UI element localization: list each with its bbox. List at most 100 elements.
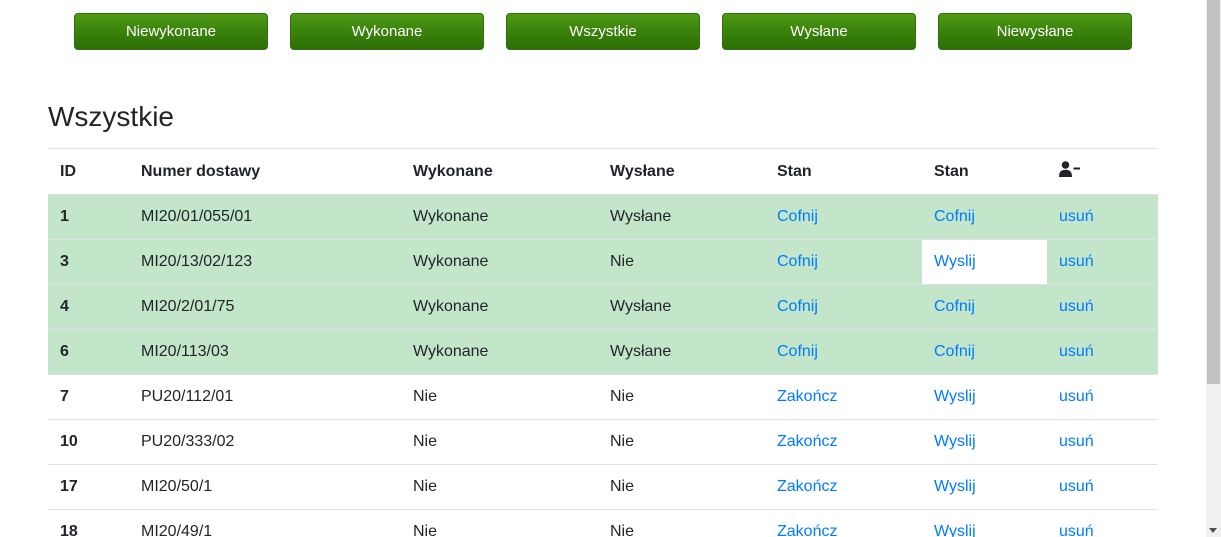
row-state-1-cell: Cofnij [765,329,922,375]
row-done-cell: Wykonane [401,329,598,375]
row-number-cell: MI20/113/03 [129,329,401,375]
row-state-2-cell: Cofnij [922,284,1047,330]
table-body: 1 MI20/01/055/01 Wykonane Wysłane Cofnij Cofn… [48,194,1158,537]
header-number: Numer dostawy [129,148,401,195]
row-state-1-link[interactable]: Cofnij [777,343,818,360]
header-done: Wykonane [401,148,598,195]
row-delete-cell: usuń [1047,239,1158,285]
table-row: 3 MI20/13/02/123 Wykonane Nie Cofnij Wyslij us… [48,239,1158,285]
row-state-1-link[interactable]: Zakończ [777,433,837,450]
row-sent-cell: Nie [598,374,765,420]
row-delete-link[interactable]: usuń [1059,388,1094,405]
row-state-2-link[interactable]: Wyslij [934,523,976,537]
row-state-1-cell: Cofnij [765,284,922,330]
header-state-1: Stan [765,148,922,195]
filter-bar: Niewykonane Wykonane Wszystkie Wysłane N… [74,13,1132,50]
row-state-1-cell: Zakończ [765,419,922,465]
orders-table: ID Numer dostawy Wykonane Wysłane Stan S… [48,148,1158,537]
row-id-cell: 18 [48,509,129,537]
row-state-2-cell: Wyslij [922,419,1047,465]
vertical-scrollbar[interactable] [1206,0,1221,537]
header-action [1047,148,1158,195]
row-delete-cell: usuń [1047,194,1158,240]
scrollbar-thumb[interactable] [1207,0,1220,384]
row-state-1-cell: Zakończ [765,509,922,537]
table-row: 10 PU20/333/02 Nie Nie Zakończ Wyslij usuń [48,419,1158,465]
header-sent: Wysłane [598,148,765,195]
row-delete-link[interactable]: usuń [1059,298,1094,315]
filter-niewykonane-button[interactable]: Niewykonane [74,13,268,50]
row-sent-cell: Nie [598,419,765,465]
row-delete-link[interactable]: usuń [1059,208,1094,225]
row-state-2-link[interactable]: Wyslij [934,478,976,495]
row-done-cell: Wykonane [401,284,598,330]
filter-niewyslane-button[interactable]: Niewysłane [938,13,1132,50]
row-id-cell: 1 [48,194,129,240]
row-delete-cell: usuń [1047,374,1158,420]
row-state-1-link[interactable]: Zakończ [777,523,837,537]
row-number-cell: MI20/13/02/123 [129,239,401,285]
row-number-cell: MI20/2/01/75 [129,284,401,330]
row-sent-cell: Nie [598,509,765,537]
row-delete-link[interactable]: usuń [1059,523,1094,537]
row-delete-cell: usuń [1047,284,1158,330]
page: Niewykonane Wykonane Wszystkie Wysłane N… [0,0,1221,537]
row-id-cell: 10 [48,419,129,465]
row-delete-cell: usuń [1047,419,1158,465]
row-state-1-cell: Zakończ [765,464,922,510]
row-state-1-link[interactable]: Cofnij [777,298,818,315]
row-state-2-link[interactable]: Cofnij [934,298,975,315]
row-delete-cell: usuń [1047,464,1158,510]
row-state-2-link[interactable]: Wyslij [934,433,976,450]
header-row: ID Numer dostawy Wykonane Wysłane Stan S… [48,148,1158,195]
row-state-2-link[interactable]: Cofnij [934,208,975,225]
row-state-1-cell: Cofnij [765,239,922,285]
row-done-cell: Nie [401,374,598,420]
row-state-1-link[interactable]: Cofnij [777,253,818,270]
row-id-cell: 3 [48,239,129,285]
row-done-cell: Wykonane [401,239,598,285]
row-number-cell: PU20/112/01 [129,374,401,420]
row-state-2-link[interactable]: Wyslij [934,253,976,270]
filter-wykonane-button[interactable]: Wykonane [290,13,484,50]
row-state-2-cell: Wyslij [922,374,1047,420]
table-row: 6 MI20/113/03 Wykonane Wysłane Cofnij Cofnij u… [48,329,1158,375]
filter-wszystkie-button[interactable]: Wszystkie [506,13,700,50]
row-state-1-link[interactable]: Cofnij [777,208,818,225]
row-number-cell: MI20/50/1 [129,464,401,510]
user-minus-icon-svg [1059,161,1080,177]
row-id-cell: 17 [48,464,129,510]
row-state-1-link[interactable]: Zakończ [777,478,837,495]
filter-wyslane-button[interactable]: Wysłane [722,13,916,50]
row-state-1-link[interactable]: Zakończ [777,388,837,405]
row-state-2-link[interactable]: Wyslij [934,388,976,405]
row-delete-link[interactable]: usuń [1059,253,1094,270]
table-row: 18 MI20/49/1 Nie Nie Zakończ Wyslij usuń [48,509,1158,537]
table-row: 17 MI20/50/1 Nie Nie Zakończ Wyslij usuń [48,464,1158,510]
row-sent-cell: Wysłane [598,284,765,330]
row-state-2-cell: Wyslij [922,509,1047,537]
row-state-2-cell: Cofnij [922,329,1047,375]
header-id: ID [48,148,129,195]
row-state-1-cell: Zakończ [765,374,922,420]
row-sent-cell: Nie [598,464,765,510]
row-sent-cell: Wysłane [598,329,765,375]
row-number-cell: MI20/01/055/01 [129,194,401,240]
row-delete-link[interactable]: usuń [1059,433,1094,450]
row-done-cell: Nie [401,464,598,510]
row-number-cell: PU20/333/02 [129,419,401,465]
row-state-2-cell: Cofnij [922,194,1047,240]
row-done-cell: Wykonane [401,194,598,240]
row-sent-cell: Nie [598,239,765,285]
row-delete-link[interactable]: usuń [1059,343,1094,360]
row-delete-link[interactable]: usuń [1059,478,1094,495]
row-id-cell: 4 [48,284,129,330]
row-state-2-link[interactable]: Cofnij [934,343,975,360]
table-row: 1 MI20/01/055/01 Wykonane Wysłane Cofnij Cofn… [48,194,1158,240]
row-delete-cell: usuń [1047,329,1158,375]
scroll-down-arrow-icon[interactable] [1209,528,1217,533]
row-sent-cell: Wysłane [598,194,765,240]
header-state-2: Stan [922,148,1047,195]
page-title: Wszystkie [48,101,174,132]
row-state-2-cell: Wyslij [922,464,1047,510]
